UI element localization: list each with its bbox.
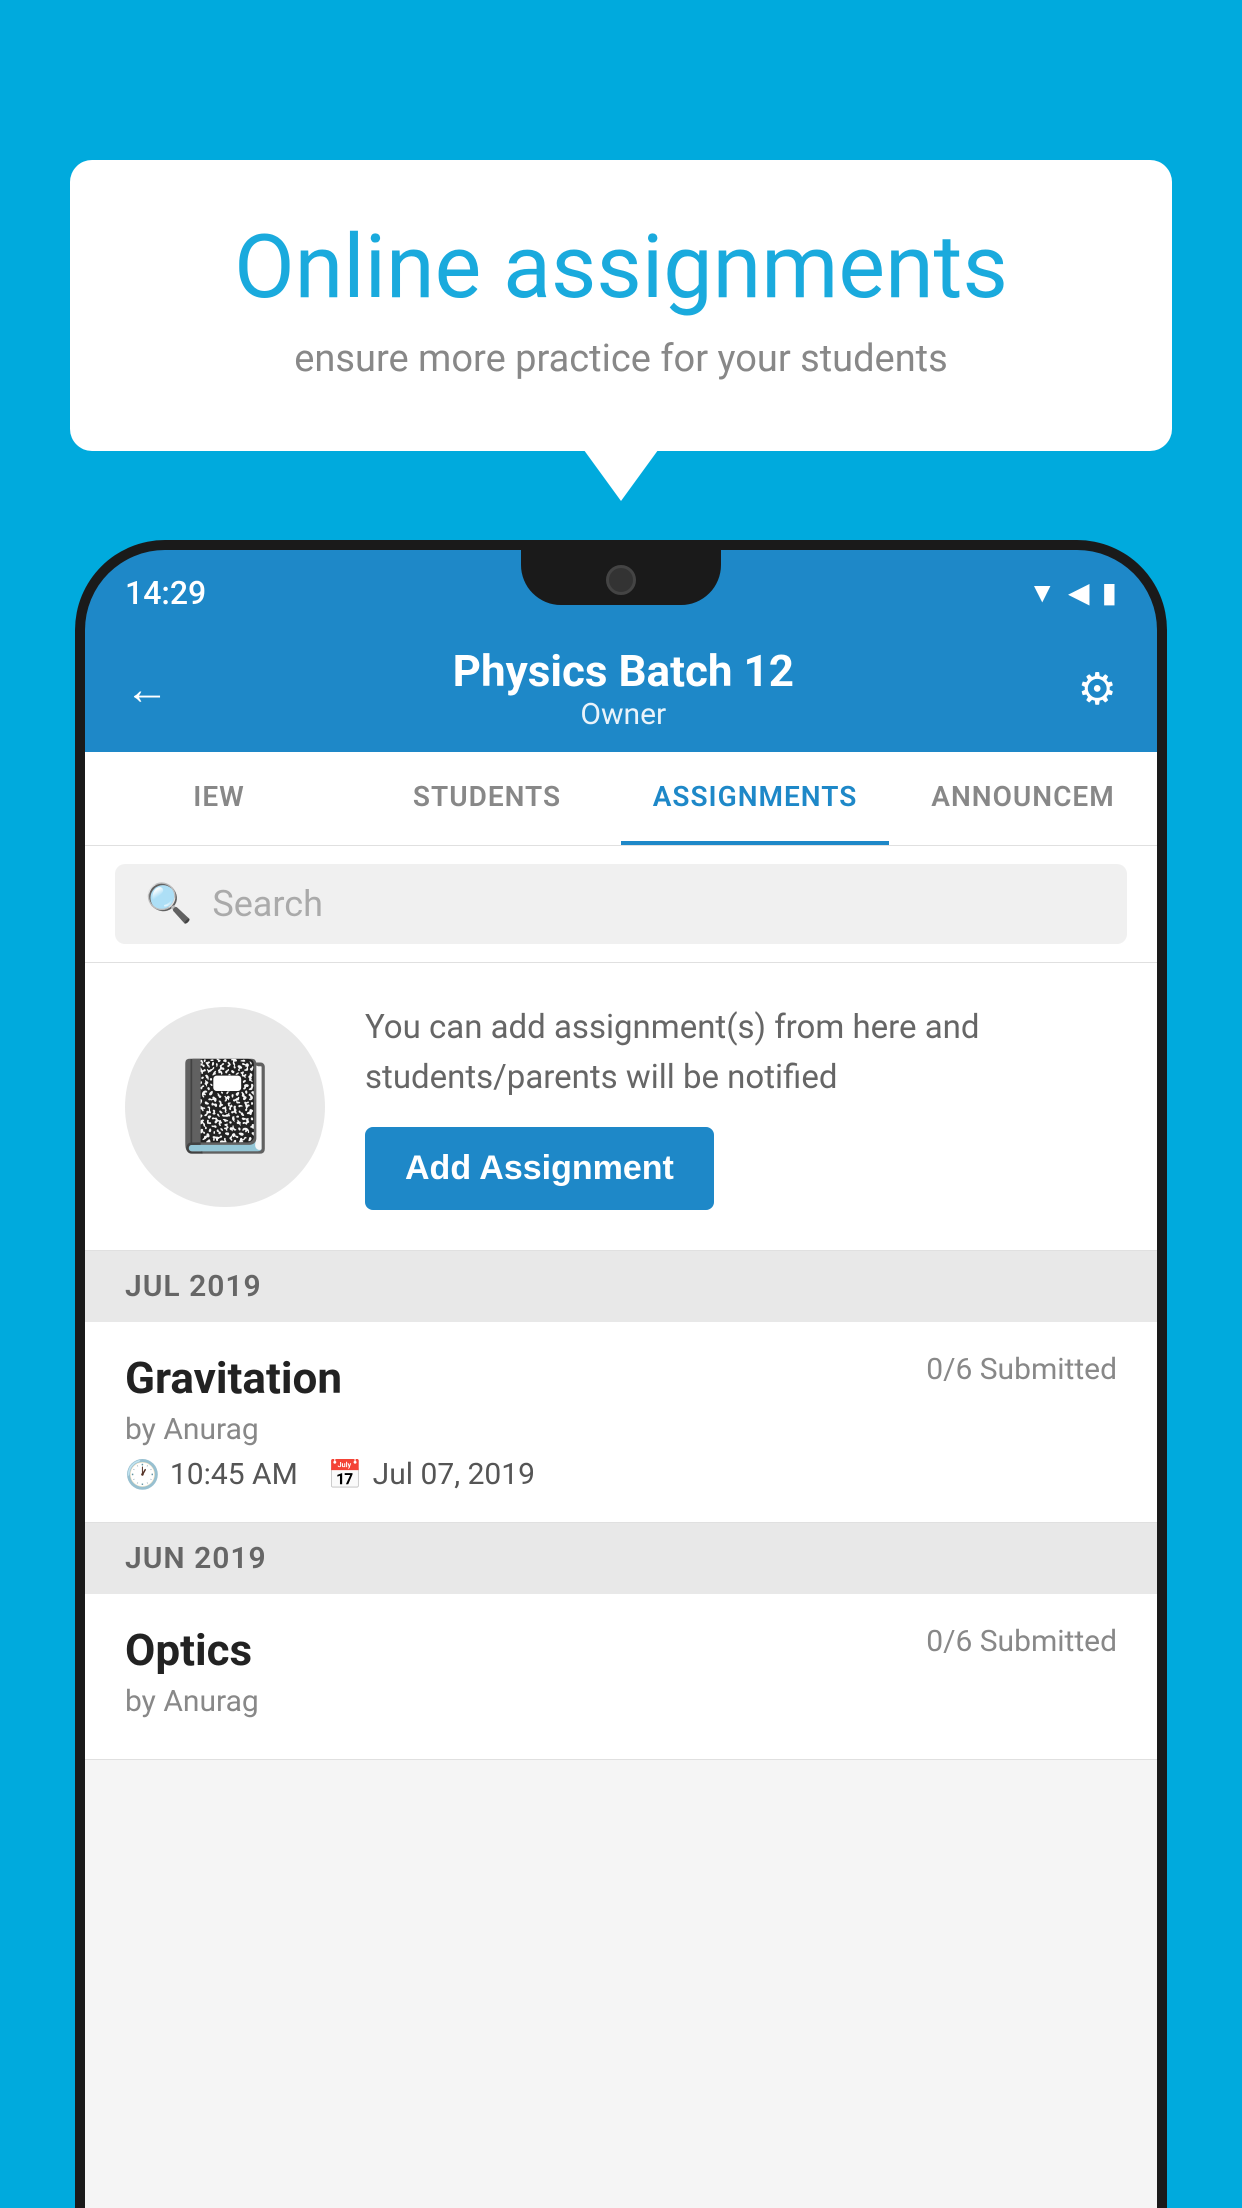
promo-card: 📓 You can add assignment(s) from here an…	[85, 963, 1157, 1251]
signal-icon: ◀	[1068, 576, 1090, 609]
search-container: 🔍 Search	[85, 846, 1157, 963]
header-subtitle: Owner	[453, 697, 794, 732]
clock-icon: 🕐	[125, 1458, 160, 1491]
promo-text: You can add assignment(s) from here and …	[365, 1003, 1117, 1102]
assignment-author: by Anurag	[125, 1412, 1117, 1447]
header-title: Physics Batch 12	[453, 645, 794, 697]
speech-bubble: Online assignments ensure more practice …	[70, 160, 1172, 451]
assignment-name: Gravitation	[125, 1352, 342, 1404]
section-jul-2019: JUL 2019	[85, 1251, 1157, 1322]
status-icons: ▼ ◀ ▮	[1028, 576, 1117, 609]
battery-icon: ▮	[1102, 576, 1117, 609]
screen-content: 🔍 Search 📓 You can add assignment(s) fro…	[85, 846, 1157, 2208]
promo-content: You can add assignment(s) from here and …	[365, 1003, 1117, 1210]
settings-icon[interactable]: ⚙	[1078, 663, 1117, 715]
assignment-optics-name: Optics	[125, 1624, 252, 1676]
assignment-date: 📅 Jul 07, 2019	[328, 1457, 535, 1492]
tab-bar: IEW STUDENTS ASSIGNMENTS ANNOUNCEM	[85, 752, 1157, 846]
add-assignment-button[interactable]: Add Assignment	[365, 1127, 714, 1210]
app-header: ← Physics Batch 12 Owner ⚙	[85, 625, 1157, 752]
bubble-title: Online assignments	[140, 220, 1102, 317]
assignment-optics[interactable]: Optics 0/6 Submitted by Anurag	[85, 1594, 1157, 1760]
header-center: Physics Batch 12 Owner	[453, 645, 794, 732]
search-icon: 🔍	[145, 882, 192, 926]
tab-announcements[interactable]: ANNOUNCEM	[889, 752, 1157, 845]
promo-icon-circle: 📓	[125, 1007, 325, 1207]
assignment-optics-submitted: 0/6 Submitted	[926, 1624, 1117, 1659]
phone-inner: 14:29 ▼ ◀ ▮ ← Physics Batch 12 Owner ⚙ I…	[85, 550, 1157, 2208]
back-button[interactable]: ←	[125, 663, 169, 715]
calendar-icon: 📅	[328, 1458, 363, 1491]
search-bar[interactable]: 🔍 Search	[115, 864, 1127, 944]
bubble-subtitle: ensure more practice for your students	[140, 337, 1102, 381]
assignment-optics-author: by Anurag	[125, 1684, 1117, 1719]
assignment-time: 🕐 10:45 AM	[125, 1457, 298, 1492]
assignment-gravitation[interactable]: Gravitation 0/6 Submitted by Anurag 🕐 10…	[85, 1322, 1157, 1523]
search-input-placeholder[interactable]: Search	[212, 883, 323, 925]
status-time: 14:29	[125, 574, 206, 612]
camera	[606, 565, 636, 595]
phone-frame: 14:29 ▼ ◀ ▮ ← Physics Batch 12 Owner ⚙ I…	[75, 540, 1167, 2208]
notebook-icon: 📓	[169, 1054, 281, 1159]
tab-students[interactable]: STUDENTS	[353, 752, 621, 845]
assignment-meta: 🕐 10:45 AM 📅 Jul 07, 2019	[125, 1457, 1117, 1492]
assignment-optics-top: Optics 0/6 Submitted	[125, 1624, 1117, 1676]
assignment-submitted: 0/6 Submitted	[926, 1352, 1117, 1387]
tab-iew[interactable]: IEW	[85, 752, 353, 845]
notch	[521, 550, 721, 605]
section-jun-2019: JUN 2019	[85, 1523, 1157, 1594]
speech-bubble-container: Online assignments ensure more practice …	[70, 160, 1172, 451]
wifi-icon: ▼	[1028, 576, 1056, 609]
assignment-top: Gravitation 0/6 Submitted	[125, 1352, 1117, 1404]
tab-assignments[interactable]: ASSIGNMENTS	[621, 752, 889, 845]
